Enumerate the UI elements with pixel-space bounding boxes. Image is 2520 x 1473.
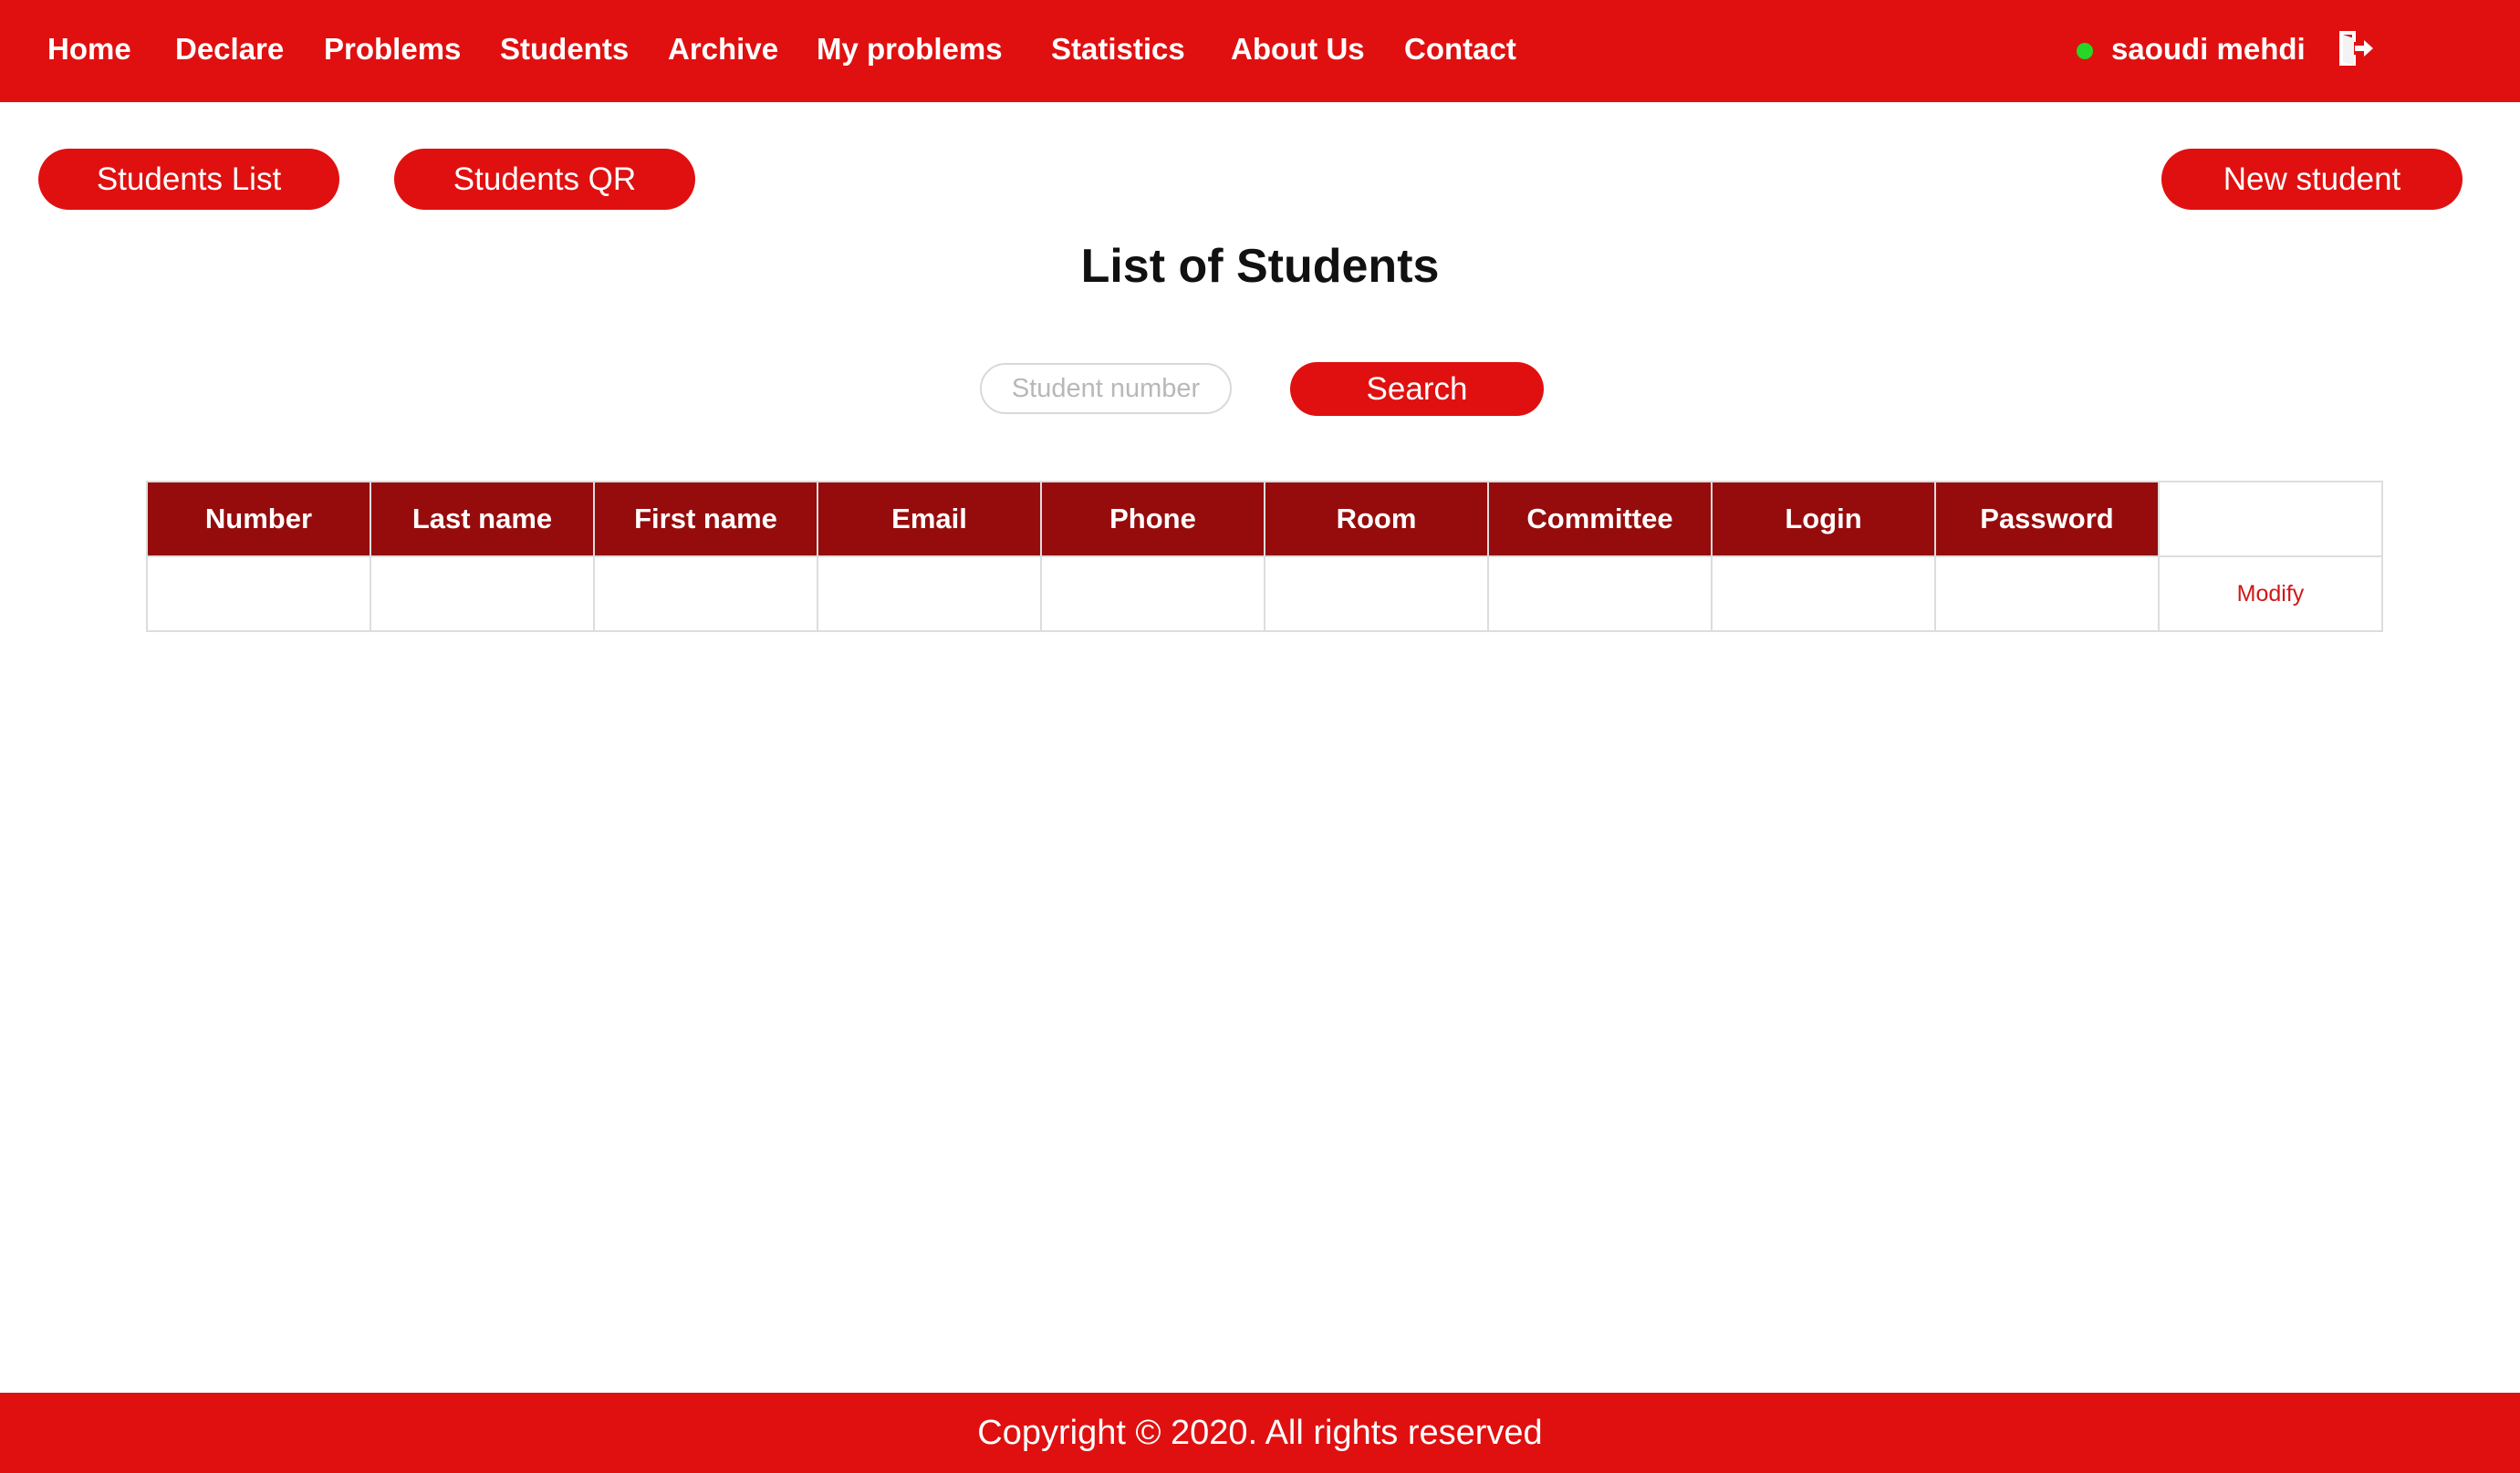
nav-students[interactable]: Students <box>500 0 629 99</box>
nav-archive[interactable]: Archive <box>668 0 778 99</box>
cell-number <box>146 555 371 632</box>
footer: Copyright © 2020. All rights reserved <box>0 1393 2520 1473</box>
nav-statistics[interactable]: Statistics <box>1051 0 1185 99</box>
table-row: Modify <box>146 555 2383 632</box>
column-header-last-name: Last name <box>370 481 595 557</box>
nav-about-us[interactable]: About Us <box>1231 0 1365 99</box>
column-header-room: Room <box>1264 481 1489 557</box>
user-name: saoudi mehdi <box>2111 32 2306 66</box>
student-number-search-input[interactable] <box>980 363 1232 414</box>
cell-committee <box>1487 555 1713 632</box>
column-header-first-name: First name <box>593 481 818 557</box>
students-list-button[interactable]: Students List <box>38 149 339 210</box>
cell-actions: Modify <box>2158 555 2383 632</box>
cell-room <box>1264 555 1489 632</box>
cell-last-name <box>370 555 595 632</box>
column-header-phone: Phone <box>1040 481 1265 557</box>
online-status-icon <box>2077 43 2093 59</box>
nav-problems[interactable]: Problems <box>324 0 461 99</box>
modify-link[interactable]: Modify <box>2237 581 2305 607</box>
search-button[interactable]: Search <box>1290 362 1544 416</box>
students-table: Number Last name First name Email Phone … <box>146 481 2383 632</box>
new-student-button[interactable]: New student <box>2161 149 2463 210</box>
nav-declare[interactable]: Declare <box>175 0 284 99</box>
page-title: List of Students <box>1080 240 1440 293</box>
cell-login <box>1711 555 1936 632</box>
students-qr-button[interactable]: Students QR <box>394 149 695 210</box>
nav-contact[interactable]: Contact <box>1404 0 1516 99</box>
logout-icon[interactable] <box>2334 27 2376 69</box>
top-navbar: Home Declare Problems Students Archive M… <box>0 0 2520 102</box>
column-header-actions <box>2158 481 2383 557</box>
cell-email <box>817 555 1042 632</box>
table-header-row: Number Last name First name Email Phone … <box>146 481 2383 557</box>
copyright-text: Copyright © 2020. All rights reserved <box>977 1414 1543 1452</box>
column-header-email: Email <box>817 481 1042 557</box>
nav-my-problems[interactable]: My problems <box>817 0 1003 99</box>
column-header-password: Password <box>1934 481 2160 557</box>
nav-home[interactable]: Home <box>47 0 131 99</box>
cell-password <box>1934 555 2160 632</box>
cell-first-name <box>593 555 818 632</box>
cell-phone <box>1040 555 1265 632</box>
column-header-login: Login <box>1711 481 1936 557</box>
column-header-committee: Committee <box>1487 481 1713 557</box>
column-header-number: Number <box>146 481 371 557</box>
